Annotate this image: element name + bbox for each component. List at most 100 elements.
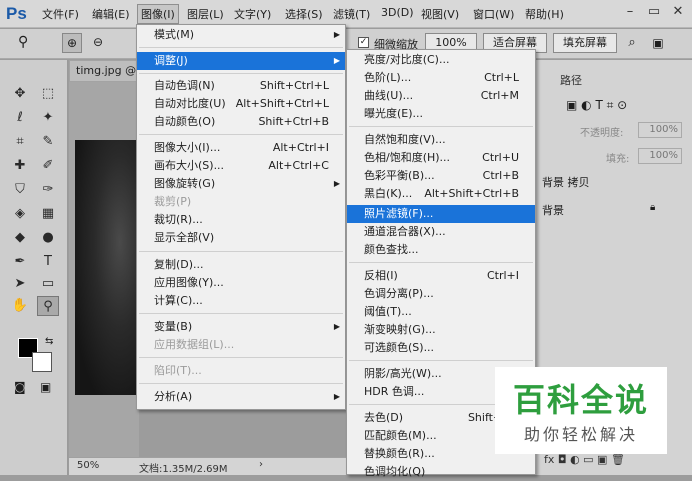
maximize-icon[interactable]: ▭ (644, 3, 664, 21)
menu-item-selective-color[interactable]: 可选颜色(S)... (347, 339, 535, 357)
quick-mask-icon[interactable]: ◙ (14, 380, 26, 394)
brush-tool-icon[interactable]: ✐ (37, 156, 59, 176)
menu-item-channel-mixer[interactable]: 通道混合器(X)... (347, 223, 535, 241)
menu-edit[interactable]: 编辑(E) (92, 6, 130, 22)
menu-item-reveal-all[interactable]: 显示全部(V) (137, 229, 345, 247)
crop-tool-icon[interactable]: ⌗ (9, 132, 31, 152)
move-tool-icon[interactable]: ✥ (9, 84, 31, 104)
zoom-out-icon[interactable]: ⊖ (88, 33, 108, 53)
menu-separator (139, 134, 343, 135)
menu-item-image-rotation[interactable]: 图像旋转(G) ▶ (137, 175, 345, 193)
menu-item-auto-contrast[interactable]: 自动对比度(U) Alt+Shift+Ctrl+L (137, 95, 345, 113)
eraser-tool-icon[interactable]: ◈ (9, 204, 31, 224)
swap-colors-icon[interactable]: ⇆ (45, 336, 53, 347)
workspace-icon[interactable]: ▣ (648, 33, 668, 53)
menu-item-photo-filter[interactable]: 照片滤镜(F)... (347, 205, 535, 223)
menu-item-equalize[interactable]: 色调均化(Q) (347, 463, 535, 481)
menu-item-black-white[interactable]: 黑白(K)... Alt+Shift+Ctrl+B (347, 185, 535, 203)
menu-item-brightness-contrast[interactable]: 亮度/对比度(C)... (347, 51, 535, 69)
menu-item-duplicate[interactable]: 复制(D)... (137, 256, 345, 274)
more-tools-icon[interactable] (9, 314, 31, 334)
history-brush-icon[interactable]: ✑ (37, 180, 59, 200)
canvas-image (75, 140, 139, 395)
opacity-input[interactable]: 100% (638, 122, 682, 138)
submenu-arrow-icon: ▶ (333, 322, 340, 331)
menu-item-posterize[interactable]: 色调分离(P)... (347, 285, 535, 303)
watermark: 百科全说 助你轻松解决 (495, 367, 667, 454)
photoshop-logo: Ps (6, 4, 27, 23)
menu-select[interactable]: 选择(S) (285, 6, 323, 22)
menu-item-threshold[interactable]: 阈值(T)... (347, 303, 535, 321)
menu-window[interactable]: 窗口(W) (473, 6, 514, 22)
menu-item-vibrance[interactable]: 自然饱和度(V)... (347, 131, 535, 149)
fill-screen-button[interactable]: 填充屏幕 (553, 33, 617, 53)
menu-item-adjustments[interactable]: 调整(J) ▶ (137, 52, 345, 70)
stamp-tool-icon[interactable]: ⛉ (9, 180, 31, 200)
menu-item-analysis[interactable]: 分析(A) ▶ (137, 388, 345, 406)
menu-3d[interactable]: 3D(D) (381, 6, 414, 19)
menu-file[interactable]: 文件(F) (42, 6, 79, 22)
menu-item-image-size[interactable]: 图像大小(I)... Alt+Ctrl+I (137, 139, 345, 157)
menu-item-variables[interactable]: 变量(B) ▶ (137, 318, 345, 336)
zoom-level[interactable]: 50% (77, 460, 99, 471)
background-color-swatch[interactable] (32, 352, 52, 372)
marquee-tool-icon[interactable]: ⬚ (37, 84, 59, 104)
menu-layer[interactable]: 图层(L) (187, 6, 224, 22)
paths-tab[interactable]: 路径 (560, 72, 582, 88)
menu-item-crop: 裁剪(P) (154, 195, 192, 208)
layer-row[interactable]: 背景 (542, 202, 564, 218)
eyedropper-icon[interactable]: ✎ (37, 132, 59, 152)
search-icon[interactable]: ⌕ (622, 33, 642, 53)
path-select-icon[interactable]: ➤ (9, 274, 31, 294)
layer-row[interactable]: 背景 拷贝 (542, 174, 590, 190)
blur-tool-icon[interactable]: ◆ (9, 228, 31, 248)
zoom-tool-selected-icon[interactable]: ⚲ (37, 296, 59, 316)
menu-item-hue-saturation[interactable]: 色相/饱和度(H)... Ctrl+U (347, 149, 535, 167)
menu-help[interactable]: 帮助(H) (525, 6, 564, 22)
menu-image[interactable]: 图像(I) (137, 4, 179, 24)
status-bar: 50% 文档:1.35M/2.69M › (69, 457, 349, 475)
menu-item-gradient-map[interactable]: 渐变映射(G)... (347, 321, 535, 339)
menu-item-trim[interactable]: 裁切(R)... (137, 211, 345, 229)
magic-wand-icon[interactable]: ✦ (37, 108, 59, 128)
healing-brush-icon[interactable]: ✚ (9, 156, 31, 176)
menu-item-curves[interactable]: 曲线(U)... Ctrl+M (347, 87, 535, 105)
menu-item-auto-tone[interactable]: 自动色调(N) Shift+Ctrl+L (137, 77, 345, 95)
rectangle-tool-icon[interactable]: ▭ (37, 274, 59, 294)
menu-item-invert[interactable]: 反相(I) Ctrl+I (347, 267, 535, 285)
pen-tool-icon[interactable]: ✒ (9, 252, 31, 272)
menu-item-levels[interactable]: 色阶(L)... Ctrl+L (347, 69, 535, 87)
gradient-tool-icon[interactable]: ▦ (37, 204, 59, 224)
menu-item-exposure[interactable]: 曝光度(E)... (347, 105, 535, 123)
status-arrow-icon[interactable]: › (259, 459, 263, 470)
type-tool-icon[interactable]: T (37, 252, 59, 272)
menu-item-color-balance[interactable]: 色彩平衡(B)... Ctrl+B (347, 167, 535, 185)
menu-item-calculations[interactable]: 计算(C)... (137, 292, 345, 310)
menu-view[interactable]: 视图(V) (421, 6, 459, 22)
menu-item-apply-image[interactable]: 应用图像(Y)... (137, 274, 345, 292)
lasso-tool-icon[interactable]: ℓ (9, 108, 31, 128)
scrubby-zoom-checkbox[interactable]: ✓ (358, 37, 369, 48)
minimize-icon[interactable]: – (620, 3, 640, 21)
layer-actions-icons[interactable]: fx ◘ ◐ ▭ ▣ 🗑︎ (544, 453, 625, 466)
zoom-tool-icon[interactable]: ⚲ (18, 34, 28, 50)
fill-label: 填充: (606, 154, 630, 165)
submenu-arrow-icon: ▶ (333, 56, 340, 65)
menu-type[interactable]: 文字(Y) (234, 6, 271, 22)
menu-filter[interactable]: 滤镜(T) (333, 6, 370, 22)
dodge-tool-icon[interactable]: ● (37, 228, 59, 248)
menu-item-mode[interactable]: 模式(M) ▶ (137, 26, 345, 44)
menu-item-color-lookup[interactable]: 颜色查找... (347, 241, 535, 259)
menu-item-auto-color[interactable]: 自动颜色(O) Shift+Ctrl+B (137, 113, 345, 131)
close-icon[interactable]: ✕ (668, 3, 688, 21)
hand-tool-icon[interactable]: ✋ (9, 296, 31, 316)
layer-filter-icons[interactable]: ▣ ◐ T ⌗ ⊙ (566, 98, 627, 113)
menu-item-canvas-size[interactable]: 画布大小(S)... Alt+Ctrl+C (137, 157, 345, 175)
zoom-in-icon[interactable]: ⊕ (62, 33, 82, 53)
menu-separator (349, 262, 533, 263)
screen-mode-icon[interactable]: ▣ (40, 380, 51, 394)
fill-input[interactable]: 100% (638, 148, 682, 164)
document-tab[interactable]: timg.jpg @ (69, 60, 139, 82)
menu-separator (139, 383, 343, 384)
menu-separator (139, 357, 343, 358)
